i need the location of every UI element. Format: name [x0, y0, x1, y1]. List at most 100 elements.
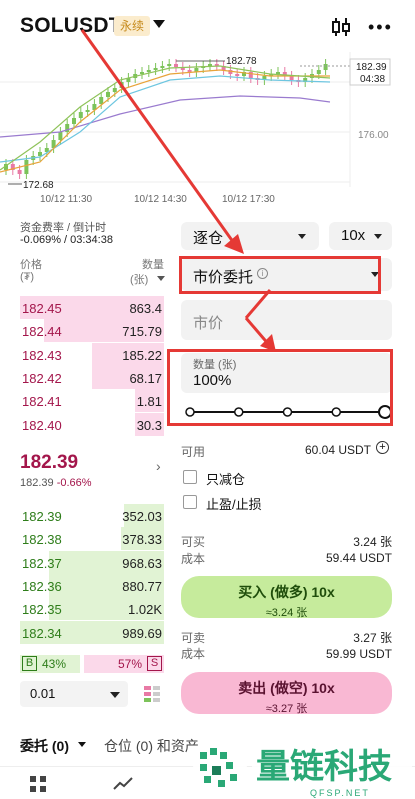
- candle: [146, 70, 151, 72]
- chevron-right-icon[interactable]: ›: [156, 458, 161, 474]
- ask-row[interactable]: 182.45 863.4: [20, 296, 164, 319]
- qty-unit[interactable]: (张): [130, 271, 148, 287]
- candle: [24, 160, 29, 174]
- bid-row[interactable]: 182.36 880.77: [20, 573, 164, 597]
- bid-row[interactable]: 182.34 989.69: [20, 620, 164, 644]
- qty-header: 数量: [142, 259, 164, 271]
- row-qty: 989.69: [122, 625, 162, 641]
- tab-orders[interactable]: 委托 (0): [20, 736, 69, 756]
- watermark-logo: 量链科技 QFSP.NET: [193, 741, 412, 798]
- time-label: 10/12 14:30: [134, 194, 187, 205]
- price-chart[interactable]: 182.78 172.68 182.39 04:38 176.00 10/12 …: [0, 52, 415, 212]
- candle: [316, 70, 321, 74]
- chevron-down-icon: [374, 234, 382, 239]
- contract-type-badge: 永续: [114, 16, 151, 36]
- row-qty: 352.03: [122, 509, 162, 524]
- row-qty: 185.22: [122, 347, 162, 363]
- row-qty: 1.02K: [128, 602, 162, 618]
- ask-row[interactable]: 182.41 1.81: [20, 389, 164, 413]
- row-price: 182.36: [22, 578, 62, 594]
- symbol-title[interactable]: SOLUSDT: [20, 14, 122, 38]
- time-label: 10/12 11:30: [40, 194, 93, 205]
- orderbook-layout-icon[interactable]: [142, 684, 162, 704]
- ask-row[interactable]: 182.42 68.17: [20, 365, 164, 389]
- buy-button-label: 买入 (做多) 10x: [238, 584, 335, 600]
- tab-positions[interactable]: 仓位 (0) 和资产: [104, 736, 199, 756]
- candle: [153, 68, 158, 70]
- row-qty: 968.63: [122, 555, 162, 571]
- tp-sl-label: 止盈/止损: [206, 497, 262, 512]
- grid-icon[interactable]: [29, 775, 47, 793]
- watermark-site: QFSP.NET: [310, 788, 370, 798]
- row-qty: 1.81: [136, 394, 162, 410]
- low-marker: 172.68: [23, 180, 54, 191]
- candle: [235, 74, 240, 76]
- bid-row[interactable]: 182.38 378.33: [20, 527, 164, 551]
- candle: [140, 72, 144, 74]
- candle: [208, 64, 212, 66]
- current-price-label: 182.39: [356, 62, 387, 73]
- buy-cost-label: 成本: [181, 552, 206, 566]
- candles: [4, 59, 328, 179]
- row-price: 182.42: [22, 370, 62, 386]
- chevron-down-icon[interactable]: [157, 276, 165, 281]
- leverage-select[interactable]: 10x: [329, 222, 392, 250]
- header: SOLUSDT 永续 •••: [0, 0, 415, 52]
- more-icon[interactable]: •••: [368, 18, 393, 36]
- time-label: 10/12 17:30: [222, 194, 275, 205]
- row-qty: 863.4: [129, 301, 162, 316]
- leverage-label: 10x: [341, 227, 366, 244]
- candle: [85, 110, 90, 112]
- can-sell-value: 3.27 张: [353, 631, 392, 645]
- candle: [276, 72, 280, 74]
- price-header: 价格: [20, 259, 42, 271]
- can-buy-value: 3.24 张: [353, 535, 392, 549]
- candle: [106, 92, 110, 97]
- row-qty: 378.33: [122, 532, 162, 548]
- row-price: 182.43: [22, 347, 62, 363]
- candle: [58, 132, 63, 140]
- mark-price: 182.39: [20, 477, 54, 489]
- candle: [160, 66, 165, 68]
- high-marker: 182.78: [226, 56, 257, 67]
- candlestick-icon[interactable]: [330, 16, 352, 38]
- price-change: -0.66%: [56, 477, 92, 489]
- reduce-only-label: 只减仓: [206, 472, 246, 487]
- sell-cost-label: 成本: [181, 647, 206, 661]
- price-unit: (₮): [20, 271, 35, 283]
- sell-tag: S: [147, 656, 162, 671]
- ask-row[interactable]: 182.43 185.22: [20, 342, 164, 366]
- row-price: 182.34: [22, 625, 62, 641]
- add-funds-icon[interactable]: +: [376, 441, 389, 454]
- ask-row[interactable]: 182.40 30.3: [20, 412, 164, 436]
- margin-mode-select[interactable]: 逐仓: [181, 222, 319, 250]
- candle: [174, 64, 178, 67]
- chevron-down-icon[interactable]: [78, 742, 86, 747]
- buy-button-sub: ≈3.24 张: [265, 607, 308, 619]
- buy-long-button[interactable]: 买入 (做多) 10x ≈3.24 张: [181, 576, 392, 619]
- price-placeholder: 市价: [193, 315, 224, 332]
- chart-icon[interactable]: [113, 775, 133, 793]
- row-price: 182.44: [22, 324, 62, 340]
- bid-row[interactable]: 182.39 352.03: [20, 504, 164, 527]
- chevron-down-icon[interactable]: [110, 692, 120, 698]
- candle: [99, 97, 104, 104]
- bid-row[interactable]: 182.35 1.02K: [20, 597, 164, 621]
- candle: [187, 70, 192, 72]
- last-price: 182.39: [20, 452, 79, 473]
- price-input[interactable]: 市价: [181, 300, 392, 340]
- bid-row[interactable]: 182.37 968.63: [20, 550, 164, 574]
- can-sell-label: 可卖: [181, 631, 206, 645]
- ask-row[interactable]: 182.44 715.79: [20, 319, 164, 343]
- watermark-brand: 量链科技: [256, 747, 392, 787]
- candle: [38, 152, 42, 156]
- candle: [112, 88, 117, 92]
- tp-sl-checkbox[interactable]: [183, 495, 197, 509]
- row-price: 182.45: [22, 301, 62, 316]
- row-qty: 715.79: [122, 324, 162, 340]
- sell-cost-value: 59.99 USDT: [325, 647, 392, 661]
- sell-short-button[interactable]: 卖出 (做空) 10x ≈3.27 张: [181, 672, 392, 715]
- candle: [167, 64, 172, 66]
- chevron-down-icon[interactable]: [153, 20, 165, 28]
- reduce-only-checkbox[interactable]: [183, 470, 197, 484]
